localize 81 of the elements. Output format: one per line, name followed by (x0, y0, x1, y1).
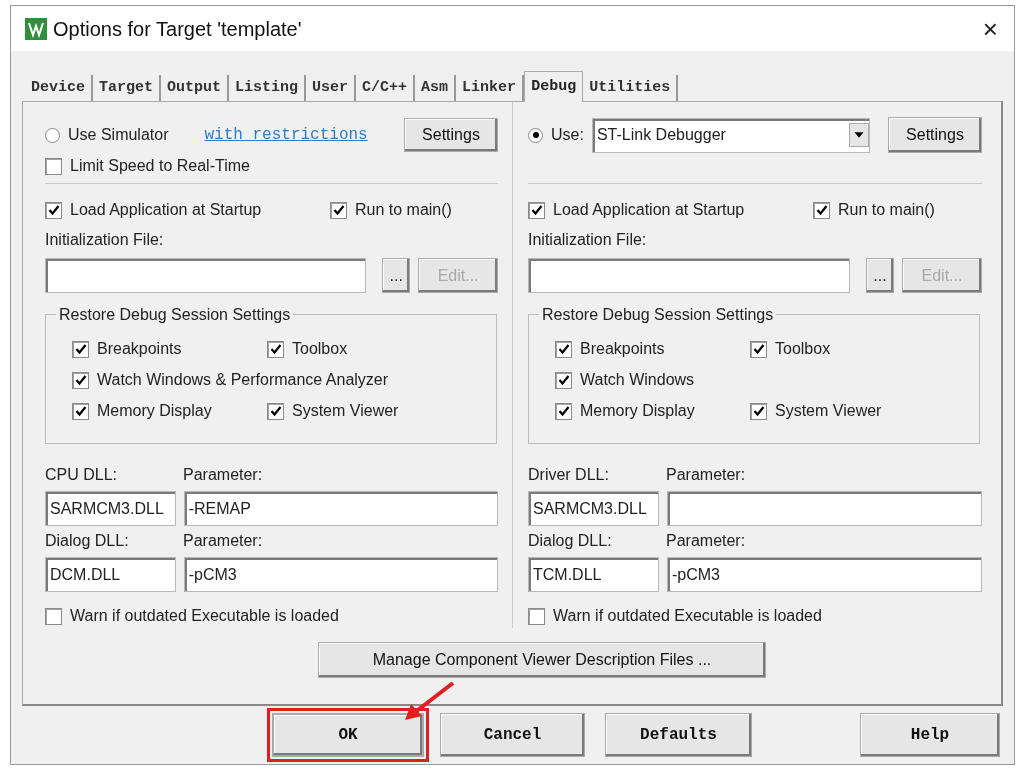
init-file-field[interactable] (528, 258, 850, 293)
checkbox[interactable] (528, 201, 545, 219)
checkbox[interactable] (45, 607, 62, 625)
init-file-field[interactable] (45, 258, 367, 293)
parameter-label: Parameter: (666, 531, 746, 551)
checkbox-label: System Viewer (775, 401, 882, 421)
parameter-field[interactable]: -pCM3 (667, 557, 982, 592)
checkbox[interactable] (267, 402, 284, 420)
checkbox-label: Watch Windows (580, 370, 695, 390)
parameter-field[interactable]: -pCM3 (183, 557, 498, 592)
tab[interactable]: Debug (524, 71, 584, 102)
checkbox-label: Warn if outdated Executable is loaded (553, 606, 822, 626)
checkbox-label: Breakpoints (97, 339, 182, 359)
dll-field[interactable]: SARMCM3.DLL (528, 491, 659, 526)
radio-button[interactable] (528, 127, 543, 143)
close-button[interactable]: × (982, 15, 998, 42)
dll-field[interactable]: TCM.DLL (528, 557, 659, 592)
checkbox[interactable] (72, 340, 89, 358)
dialog-button[interactable]: Defaults (605, 713, 752, 757)
checkbox-label: Watch Windows & Performance Analyzer (97, 370, 389, 390)
parameter-field[interactable]: -REMAP (183, 491, 498, 526)
checkbox[interactable] (555, 371, 572, 389)
checkbox[interactable] (750, 402, 767, 420)
radio-label: Use: (551, 125, 584, 145)
checkbox-label: Load Application at Startup (553, 200, 745, 220)
dll-label: Dialog DLL: (528, 531, 613, 551)
debugger-select[interactable]: ST-Link Debugger (591, 117, 870, 153)
field-label: Initialization File: (528, 230, 648, 250)
window-title: Options for Target 'template' (53, 16, 302, 42)
app-logo-icon (25, 17, 47, 40)
tab[interactable]: Output (161, 75, 230, 101)
checkbox-label: Breakpoints (580, 339, 665, 359)
settings-button[interactable]: Settings (888, 117, 982, 153)
field-label: Initialization File: (45, 230, 165, 250)
checkbox-label: Run to main() (838, 200, 935, 220)
checkbox[interactable] (72, 402, 89, 420)
dialog-button[interactable]: Help (860, 713, 1000, 757)
checkbox-label: Load Application at Startup (70, 200, 262, 220)
parameter-field[interactable] (667, 491, 982, 526)
radio-button[interactable] (45, 127, 60, 143)
tab[interactable]: Asm (415, 75, 457, 101)
tab[interactable]: Target (93, 75, 162, 101)
checkbox-label: Limit Speed to Real-Time (70, 156, 250, 176)
checkbox-label: Memory Display (97, 401, 212, 421)
settings-button[interactable]: Settings (404, 118, 498, 152)
checkbox[interactable] (72, 371, 89, 389)
tab[interactable]: Listing (229, 75, 307, 101)
checkbox[interactable] (45, 157, 62, 175)
checkbox-label: System Viewer (292, 401, 399, 421)
checkbox-label: Toolbox (292, 339, 348, 359)
tab[interactable]: Device (25, 75, 93, 101)
dialog-button[interactable]: Cancel (440, 713, 585, 757)
dll-field[interactable]: DCM.DLL (45, 557, 176, 592)
browse-button[interactable]: ... (866, 258, 894, 293)
parameter-label: Parameter: (666, 465, 746, 485)
restrictions-link[interactable]: with restrictions (204, 123, 368, 147)
checkbox-label: Memory Display (580, 401, 695, 421)
manage-viewer-files-button[interactable]: Manage Component Viewer Description Files ... (318, 642, 766, 678)
checkbox-label: Warn if outdated Executable is loaded (70, 606, 339, 626)
checkbox-label: Run to main() (355, 200, 452, 220)
checkbox[interactable] (750, 340, 767, 358)
dll-label: Driver DLL: (528, 465, 610, 485)
dll-field[interactable]: SARMCM3.DLL (45, 491, 176, 526)
browse-button[interactable]: ... (382, 258, 411, 293)
dialog-button[interactable]: OK (272, 713, 424, 757)
checkbox[interactable] (528, 607, 545, 625)
checkbox[interactable] (45, 201, 62, 219)
radio-label: Use Simulator (68, 125, 169, 145)
parameter-label: Parameter: (183, 531, 263, 551)
checkbox[interactable] (330, 201, 347, 219)
tab[interactable]: User (306, 75, 357, 101)
checkbox[interactable] (555, 340, 572, 358)
checkbox[interactable] (813, 201, 830, 219)
checkbox-label: Toolbox (775, 339, 831, 359)
checkbox[interactable] (267, 340, 284, 358)
tab[interactable]: C/C++ (356, 75, 416, 101)
tab[interactable]: Utilities (583, 75, 679, 101)
dll-label: Dialog DLL: (45, 531, 130, 551)
parameter-label: Parameter: (183, 465, 263, 485)
checkbox[interactable] (555, 402, 572, 420)
dll-label: CPU DLL: (45, 465, 119, 485)
